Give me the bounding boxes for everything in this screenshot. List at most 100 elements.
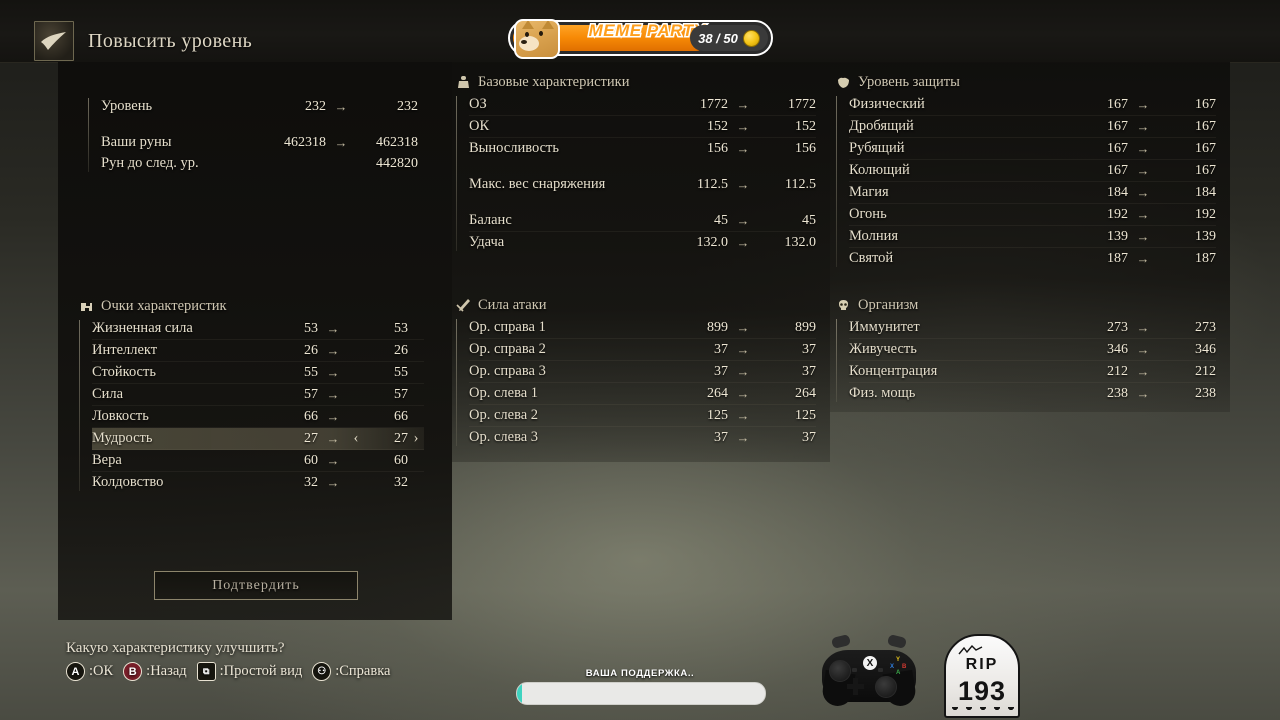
table-row[interactable]: Стойкость 55 → ‹ 55 › — [92, 362, 424, 384]
row-current-value: 53 — [304, 320, 318, 336]
button-a-icon[interactable]: A — [66, 662, 85, 681]
row-arrow-icon: → — [736, 177, 750, 192]
row-label: Стойкость — [92, 364, 156, 380]
button-help-icon[interactable]: ⚇ — [312, 662, 332, 681]
row-label: Уровень — [101, 98, 153, 114]
table-row: Огонь 192 → 192 — [849, 204, 1216, 226]
row-arrow-icon: → — [1136, 364, 1150, 379]
row-next-value: 55 — [394, 364, 408, 380]
table-row-selected[interactable]: Мудрость 27 → ‹ 27 › — [92, 428, 424, 450]
table-row: Рун до след. ур. 442820 — [101, 153, 418, 174]
row-current-value: 37 — [714, 429, 728, 445]
attack-power-rows: Ор. справа 1 899 → 899 Ор. справа 2 37 →… — [456, 317, 816, 448]
row-current-value: 212 — [1107, 363, 1128, 379]
row-arrow-icon: → — [326, 343, 340, 358]
attack-power-header: Сила атаки — [456, 297, 816, 314]
table-row[interactable]: Колдовство 32 → ‹ 32 › — [92, 472, 424, 493]
row-next-value: 899 — [795, 319, 816, 335]
row-arrow-icon: → — [736, 141, 750, 156]
row-current-value: 112.5 — [697, 176, 728, 192]
row-next-value: 184 — [1195, 184, 1216, 200]
support-progress-bar — [516, 682, 766, 705]
coin-icon — [742, 29, 760, 47]
row-next-value: 45 — [802, 212, 816, 228]
row-current-value: 125 — [707, 407, 728, 423]
row-next-value: 139 — [1195, 228, 1216, 244]
chevron-left-icon[interactable]: ‹ — [348, 430, 364, 447]
footer-hint-label: :Назад — [146, 663, 187, 679]
row-arrow-icon: → — [326, 475, 340, 490]
row-next-value: 442820 — [376, 155, 418, 171]
table-row: Святой 187 → 187 — [849, 248, 1216, 269]
row-spacer — [101, 117, 418, 132]
row-label: Концентрация — [849, 363, 938, 379]
row-label: Иммунитет — [849, 319, 920, 335]
row-arrow-icon: → — [1136, 251, 1150, 266]
row-current-value: 37 — [714, 363, 728, 379]
attribute-points-header: Очки характеристик — [79, 298, 424, 315]
row-arrow-icon: → — [736, 364, 750, 379]
row-current-value: 184 — [1107, 184, 1128, 200]
row-spacer — [469, 159, 816, 174]
row-next-value: 27 — [394, 430, 408, 446]
table-row: Ор. справа 3 37 → 37 — [469, 361, 816, 383]
table-row: Уровень 232 → 232 — [101, 96, 418, 117]
support-progress-fill — [517, 683, 522, 704]
gravestone-icon: RIP 193 — [944, 634, 1020, 718]
row-next-value: 156 — [795, 140, 816, 156]
skull-icon — [836, 298, 851, 313]
row-current-value: 167 — [1107, 118, 1128, 134]
button-view-icon[interactable]: ⧉ — [196, 662, 216, 681]
confirm-button[interactable]: Подтвердить — [154, 571, 358, 600]
row-label: Живучесть — [849, 341, 917, 357]
base-stats-group: Базовые характеристики ОЗ 1772 → 1772 ОК… — [456, 74, 816, 253]
table-row: Живучесть 346 → 346 — [849, 339, 1216, 361]
button-b-icon[interactable]: B — [123, 662, 143, 681]
table-row: ОК 152 → 152 — [469, 116, 816, 138]
row-current-value: 156 — [707, 140, 728, 156]
row-arrow-icon: → — [736, 430, 750, 445]
row-arrow-icon: → — [334, 99, 348, 114]
row-current-value: 167 — [1107, 162, 1128, 178]
base-stats-title: Базовые характеристики — [478, 74, 630, 90]
row-label: Ор. слева 3 — [469, 429, 539, 445]
row-arrow-icon: → — [326, 365, 340, 380]
gravestone-death-count: 193 — [957, 676, 1007, 706]
table-row: Иммунитет 273 → 273 — [849, 317, 1216, 339]
row-arrow-icon: → — [326, 387, 340, 402]
row-next-value: 125 — [795, 407, 816, 423]
table-row[interactable]: Вера 60 → ‹ 60 › — [92, 450, 424, 472]
row-arrow-icon: → — [1136, 163, 1150, 178]
row-label: Дробящий — [849, 118, 914, 134]
row-arrow-icon: → — [326, 431, 340, 446]
table-row: Физ. мощь 238 → 238 — [849, 383, 1216, 404]
footer-hint-list: A :ОК B :Назад ⧉ :Простой вид ⚇ :Справка — [66, 662, 396, 681]
row-next-value: 187 — [1195, 250, 1216, 266]
chevron-right-icon[interactable]: › — [408, 430, 424, 447]
table-row[interactable]: Сила 57 → ‹ 57 › — [92, 384, 424, 406]
row-arrow-icon: → — [736, 342, 750, 357]
row-arrow-icon: → — [736, 386, 750, 401]
row-next-value: 167 — [1195, 162, 1216, 178]
footer-hint-label: :ОК — [89, 663, 114, 679]
muscle-icon — [79, 299, 94, 314]
row-arrow-icon: → — [736, 213, 750, 228]
attack-power-title: Сила атаки — [478, 297, 547, 313]
shield-icon — [836, 75, 851, 90]
table-row: Ор. справа 1 899 → 899 — [469, 317, 816, 339]
row-next-value: 152 — [795, 118, 816, 134]
defense-group: Уровень защиты Физический 167 → 167 Дроб… — [836, 74, 1216, 269]
row-label: Колющий — [849, 162, 910, 178]
row-current-value: 60 — [304, 452, 318, 468]
row-label: Мудрость — [92, 430, 153, 446]
table-row[interactable]: Ловкость 66 → ‹ 66 › — [92, 406, 424, 428]
row-current-value: 167 — [1107, 140, 1128, 156]
table-row[interactable]: Интеллект 26 → ‹ 26 › — [92, 340, 424, 362]
row-arrow-icon: → — [334, 135, 348, 150]
table-row[interactable]: Жизненная сила 53 → ‹ 53 › — [92, 318, 424, 340]
row-arrow-icon: → — [1136, 229, 1150, 244]
row-current-value: 167 — [1107, 96, 1128, 112]
row-current-value: 1772 — [700, 96, 728, 112]
row-label: Физ. мощь — [849, 385, 916, 401]
row-current-value: 192 — [1107, 206, 1128, 222]
